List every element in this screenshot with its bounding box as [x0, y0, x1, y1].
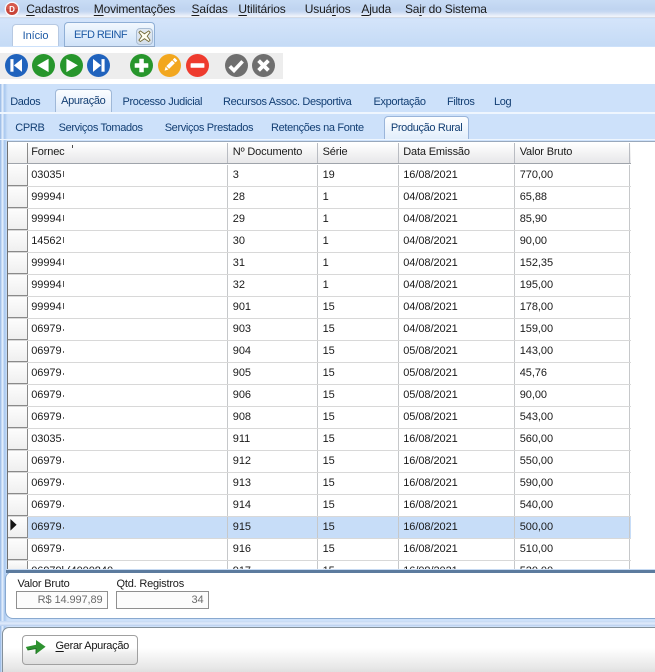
svg-text:D: D — [9, 5, 15, 14]
